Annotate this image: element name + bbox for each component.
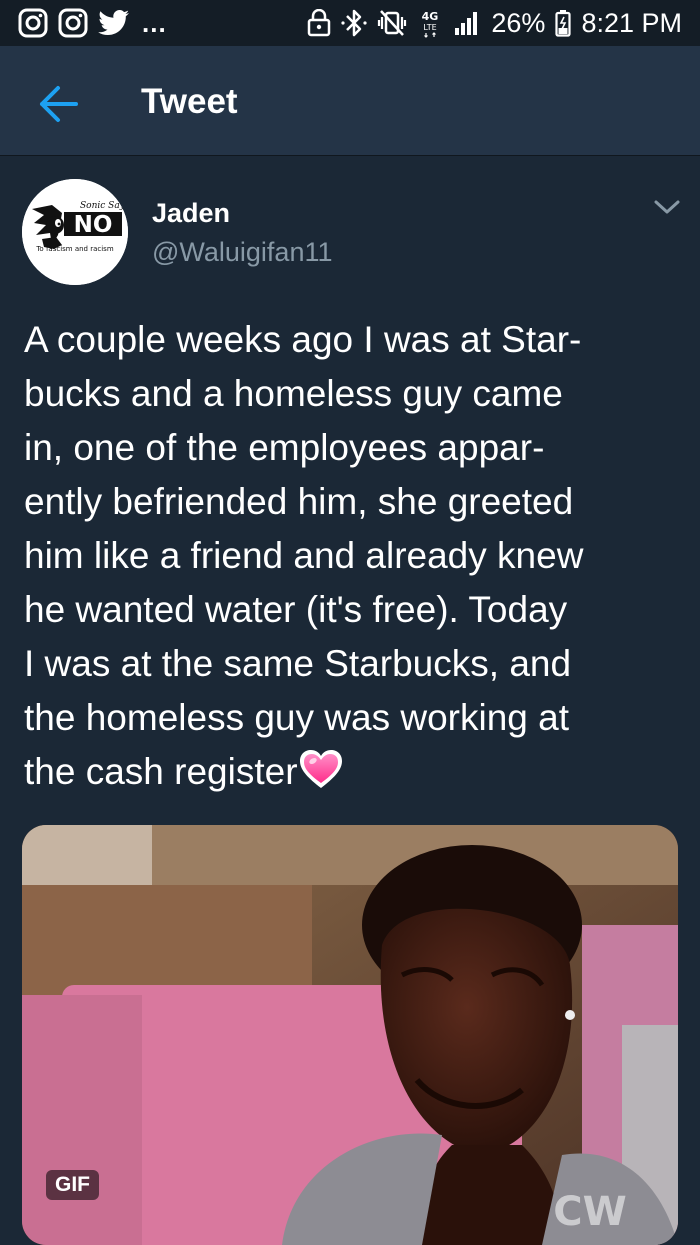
status-bar: ... 4G LTE 26% 8:21 PM: [0, 0, 700, 46]
status-right: 4G LTE 26% 8:21 PM: [307, 8, 682, 39]
page-title: Tweet: [141, 82, 238, 121]
avatar[interactable]: Sonic Says NO To fascism and racism: [22, 179, 128, 285]
tweet: Sonic Says NO To fascism and racism Jade…: [0, 157, 700, 1245]
tweet-menu-button[interactable]: [652, 197, 682, 221]
gif-image: CW: [22, 825, 678, 1245]
author-handle[interactable]: @Waluigifan11: [152, 237, 333, 268]
tweet-media-gif[interactable]: CW GIF: [22, 825, 678, 1245]
bluetooth-icon: [341, 8, 367, 38]
tweet-text-line: in, one of the employees appar-: [24, 427, 545, 468]
status-left: ...: [18, 8, 167, 39]
tweet-text-last-line: the cash register: [24, 745, 684, 799]
svg-text:4G: 4G: [422, 10, 439, 23]
tweet-text-line: him like a friend and already knew: [24, 535, 584, 576]
lock-icon: [307, 9, 331, 37]
tweet-text-line: the cash register: [24, 751, 298, 792]
avatar-main-text: NO: [74, 212, 113, 238]
back-button[interactable]: [36, 82, 80, 126]
tweet-text-line: ently befriended him, she greeted: [24, 481, 574, 522]
instagram-icon: [18, 8, 48, 38]
heart-emoji-icon: [299, 750, 342, 788]
tweet-text-line: the homeless guy was working at: [24, 697, 569, 738]
avatar-top-text: Sonic Says: [80, 201, 128, 211]
top-app-bar: Tweet: [0, 46, 700, 156]
avatar-bottom-text: To fascism and racism: [35, 245, 113, 253]
tweet-text-line: he wanted water (it's free). Today: [24, 589, 568, 630]
chevron-down-icon: [654, 200, 680, 214]
author-name[interactable]: Jaden: [152, 198, 230, 229]
tweet-text: A couple weeks ago I was at Star- bucks …: [24, 313, 684, 799]
vibrate-icon: [377, 9, 407, 37]
tweet-text-line: bucks and a homeless guy came: [24, 373, 563, 414]
back-arrow-icon: [40, 86, 78, 122]
twitter-icon: [98, 9, 130, 37]
battery-icon: [555, 9, 572, 37]
status-time: 8:21 PM: [581, 7, 682, 38]
tweet-text-line: I was at the same Starbucks, and: [24, 643, 572, 684]
signal-icon: [453, 10, 481, 36]
cw-watermark: CW: [553, 1189, 626, 1235]
network-icon: 4G LTE: [417, 8, 443, 38]
more-notifications: ...: [142, 7, 167, 38]
instagram-icon: [58, 8, 88, 38]
gif-badge: GIF: [46, 1170, 99, 1200]
sonic-says-no-logo: Sonic Says NO To fascism and racism: [22, 179, 128, 285]
battery-percent: 26%: [491, 7, 546, 38]
tweet-text-line: A couple weeks ago I was at Star-: [24, 319, 582, 360]
svg-text:LTE: LTE: [424, 23, 437, 32]
